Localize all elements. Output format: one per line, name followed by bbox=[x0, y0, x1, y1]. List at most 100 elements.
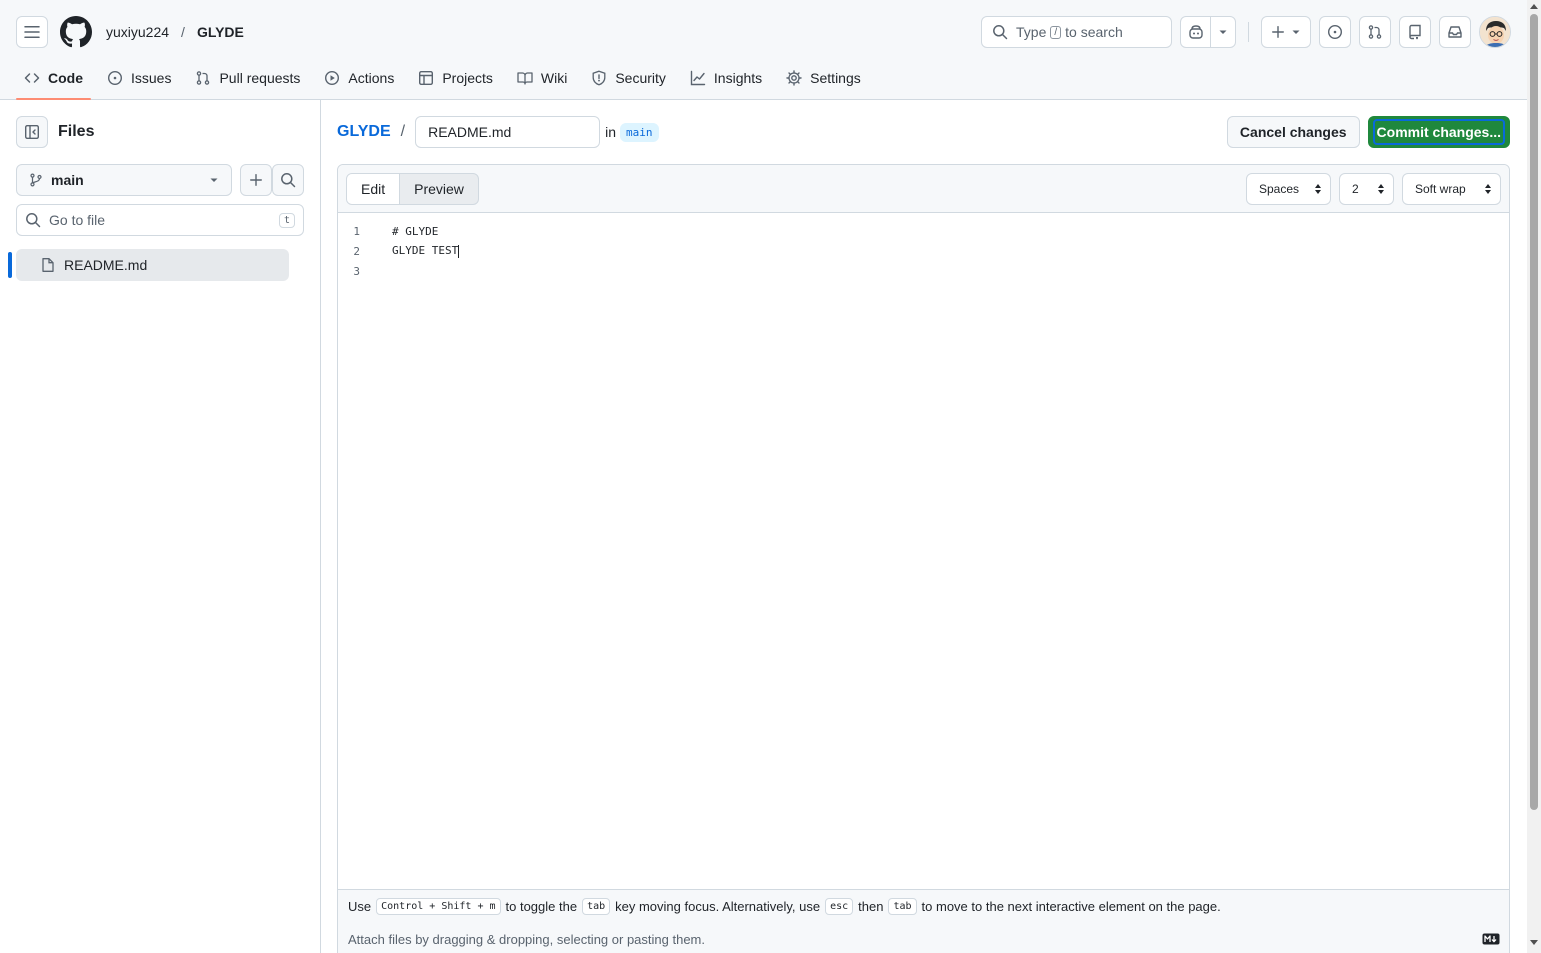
markdown-icon bbox=[1482, 933, 1500, 945]
tab-pull-requests[interactable]: Pull requests bbox=[187, 56, 308, 100]
file-tree-item[interactable]: README.md bbox=[16, 249, 289, 281]
breadcrumb-owner-link[interactable]: yuxiyu224 bbox=[106, 24, 169, 40]
tab-actions[interactable]: Actions bbox=[316, 56, 402, 100]
keyboard-hint: Use Control + Shift + m to toggle the ta… bbox=[348, 898, 1221, 915]
repo-nav-tabs: Code Issues Pull requests Actions Projec… bbox=[16, 56, 877, 100]
tab-preview[interactable]: Preview bbox=[400, 174, 478, 204]
file-icon bbox=[42, 258, 54, 272]
indent-mode-select[interactable]: Spaces bbox=[1246, 173, 1331, 205]
indent-size-value: 2 bbox=[1352, 182, 1359, 196]
file-tree-item-name: README.md bbox=[64, 257, 148, 273]
create-new-button[interactable] bbox=[1261, 16, 1311, 48]
inbox-button[interactable] bbox=[1439, 16, 1471, 48]
git-pull-request-icon bbox=[1368, 25, 1382, 39]
pull-requests-button[interactable] bbox=[1359, 16, 1391, 48]
attach-files-hint[interactable]: Attach files by dragging & dropping, sel… bbox=[348, 932, 705, 947]
repo-root-link[interactable]: GLYDE bbox=[337, 123, 391, 141]
triangle-down-icon bbox=[1219, 30, 1227, 34]
issue-icon bbox=[107, 70, 123, 86]
collapse-sidebar-button[interactable] bbox=[16, 116, 48, 148]
hint-end: to move to the next interactive element … bbox=[921, 899, 1221, 914]
files-title: Files bbox=[58, 123, 95, 140]
text-cursor bbox=[458, 244, 460, 258]
search-files-button[interactable] bbox=[272, 164, 304, 196]
cancel-changes-label: Cancel changes bbox=[1239, 124, 1347, 140]
tab-wiki-label: Wiki bbox=[540, 70, 568, 86]
search-input[interactable]: Type / to search bbox=[981, 16, 1172, 48]
search-icon bbox=[993, 25, 1008, 40]
hamburger-menu-button[interactable] bbox=[16, 16, 48, 48]
selected-file-marker bbox=[8, 252, 12, 278]
tab-issues[interactable]: Issues bbox=[99, 56, 179, 100]
copilot-button[interactable] bbox=[1181, 17, 1211, 47]
code-line: 3 bbox=[338, 261, 459, 281]
code-editor: Edit Preview Spaces 2 Soft wrap 1 # GLYD… bbox=[337, 164, 1510, 953]
tab-code-label: Code bbox=[48, 70, 83, 86]
tab-projects[interactable]: Projects bbox=[410, 56, 501, 100]
indent-mode-value: Spaces bbox=[1259, 182, 1300, 196]
hint-shortcut-key: Control + Shift + m bbox=[376, 898, 501, 915]
repositories-button[interactable] bbox=[1399, 16, 1431, 48]
git-branch-icon bbox=[30, 173, 42, 187]
tab-projects-label: Projects bbox=[442, 70, 493, 86]
top-bar: yuxiyu224 / GLYDE Type / to search bbox=[16, 16, 1511, 48]
editor-footer: Use Control + Shift + m to toggle the ta… bbox=[338, 889, 1509, 953]
tab-wiki[interactable]: Wiki bbox=[509, 56, 575, 100]
scroll-down-arrow[interactable] bbox=[1530, 940, 1538, 945]
header-divider bbox=[1248, 22, 1249, 42]
line-content-wrap: GLYDE TEST bbox=[392, 244, 460, 258]
tab-insights[interactable]: Insights bbox=[682, 56, 770, 100]
scroll-up-arrow[interactable] bbox=[1530, 4, 1538, 9]
pull-request-icon bbox=[197, 71, 210, 85]
go-to-file-placeholder: Go to file bbox=[49, 212, 106, 228]
tab-settings-label: Settings bbox=[810, 70, 861, 86]
indent-size-select[interactable]: 2 bbox=[1339, 173, 1394, 205]
branch-selector-button[interactable]: main bbox=[16, 164, 232, 196]
search-suffix: to search bbox=[1065, 24, 1123, 40]
play-icon bbox=[325, 70, 340, 86]
line-number: 1 bbox=[353, 224, 360, 238]
copilot-dropdown-button[interactable] bbox=[1211, 17, 1235, 47]
tab-issues-label: Issues bbox=[131, 70, 172, 86]
tab-pull-requests-label: Pull requests bbox=[219, 70, 301, 86]
tab-security[interactable]: Security bbox=[583, 56, 674, 100]
plus-icon bbox=[250, 174, 262, 186]
filename-value: README.md bbox=[428, 124, 512, 140]
code-line: 2 GLYDE TEST bbox=[338, 241, 460, 261]
tab-edit[interactable]: Edit bbox=[347, 174, 401, 204]
select-arrows-icon bbox=[1315, 184, 1321, 194]
branch-chip: main bbox=[620, 122, 659, 142]
issue-opened-icon bbox=[1327, 24, 1343, 40]
branch-name: main bbox=[51, 172, 84, 188]
line-content: GLYDE TEST bbox=[392, 244, 459, 258]
github-logo-link[interactable] bbox=[60, 16, 92, 48]
issues-button[interactable] bbox=[1319, 16, 1351, 48]
hint-key-moving: key moving focus. Alternatively, use bbox=[615, 899, 821, 914]
hint-tab-key-2: tab bbox=[888, 898, 917, 915]
tab-code[interactable]: Code bbox=[16, 56, 91, 100]
shield-icon bbox=[592, 70, 606, 86]
search-prefix: Type bbox=[1016, 24, 1047, 40]
add-file-button[interactable] bbox=[240, 164, 272, 196]
repo-icon bbox=[1409, 24, 1421, 40]
book-icon bbox=[517, 72, 533, 85]
scroll-thumb[interactable] bbox=[1530, 14, 1538, 810]
commit-changes-button[interactable]: Commit changes... bbox=[1367, 116, 1510, 148]
code-lines[interactable]: 1 # GLYDE 2 GLYDE TEST 3 bbox=[338, 221, 460, 281]
cancel-changes-button[interactable]: Cancel changes bbox=[1226, 116, 1360, 148]
wrap-mode-select[interactable]: Soft wrap bbox=[1402, 173, 1501, 205]
tab-settings[interactable]: Settings bbox=[778, 56, 869, 100]
plus-icon bbox=[1272, 26, 1284, 38]
page-scrollbar[interactable] bbox=[1527, 0, 1541, 953]
user-avatar[interactable] bbox=[1479, 16, 1511, 48]
go-to-file-input[interactable]: Go to file t bbox=[16, 204, 304, 236]
graph-icon bbox=[690, 70, 706, 86]
breadcrumb-separator: / bbox=[181, 24, 185, 40]
hint-toggle: to toggle the bbox=[505, 899, 578, 914]
breadcrumb-repo-link[interactable]: GLYDE bbox=[197, 24, 244, 40]
github-logo-icon bbox=[60, 16, 92, 48]
copilot-icon bbox=[1188, 25, 1203, 39]
triangle-down-icon bbox=[1292, 30, 1300, 34]
search-icon bbox=[26, 213, 41, 228]
filename-input[interactable]: README.md bbox=[415, 116, 601, 148]
